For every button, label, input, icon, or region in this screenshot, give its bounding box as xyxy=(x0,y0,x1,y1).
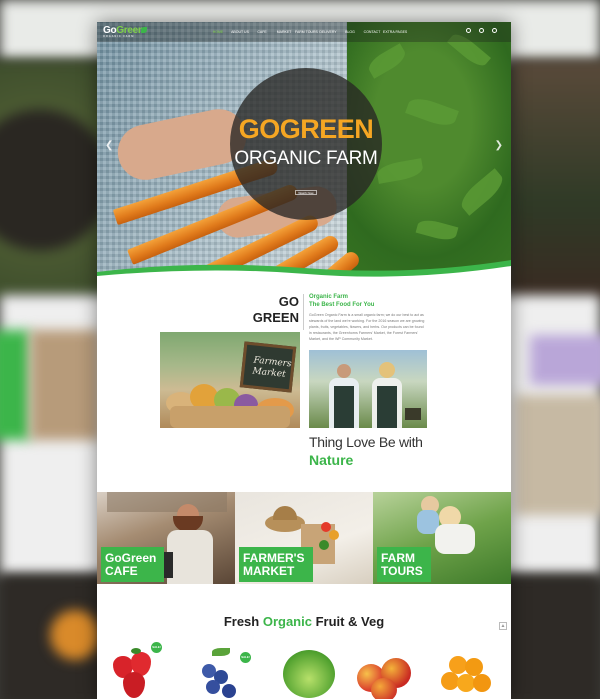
menu-icon[interactable] xyxy=(492,28,497,33)
nav-item-delivery[interactable]: DELIVERY xyxy=(317,30,339,34)
leaf-icon xyxy=(141,27,147,33)
nav-item-farm-tours[interactable]: FARM TOURS xyxy=(295,30,318,34)
hero-title: GOGREEN xyxy=(238,114,374,144)
about-heading-line1: GO xyxy=(278,294,299,309)
tile-market-line2: MARKET xyxy=(243,564,295,578)
product-peaches[interactable] xyxy=(355,644,411,699)
tagline-line1: Thing Love Be with xyxy=(309,434,423,450)
cart-icon[interactable] xyxy=(466,28,471,33)
about-divider xyxy=(303,294,304,330)
chevron-left-icon[interactable]: ❮ xyxy=(105,140,113,151)
nav-item-market[interactable]: MARKET xyxy=(273,30,295,34)
about-heading-line2: GREEN xyxy=(252,310,299,325)
scroll-up-icon[interactable]: ▲ xyxy=(499,622,507,630)
chalkboard-sign: Farmers Market xyxy=(239,341,297,393)
website-page: GOGREEN ORGANIC FARM Watch Now ❮ ❯ GoGre… xyxy=(97,22,511,699)
green-wave-divider xyxy=(97,260,511,284)
nav-item-blog[interactable]: BLOG xyxy=(339,30,361,34)
sale-badge: SALE! xyxy=(240,652,251,663)
top-navigation: GoGreen ORGANIC FARM HOME ABOUT US CAFE MAR… xyxy=(97,22,511,42)
nav-item-contact[interactable]: CONTACT xyxy=(361,30,383,34)
hero-banner: GOGREEN ORGANIC FARM Watch Now ❮ ❯ GoGre… xyxy=(97,22,511,272)
product-lettuce[interactable] xyxy=(279,644,335,699)
nav-item-about-us[interactable]: ABOUT US xyxy=(229,30,251,34)
tile-cafe-label: GoGreen CAFE xyxy=(101,547,165,582)
nav-item-cafe[interactable]: CAFE xyxy=(251,30,273,34)
product-blueberries[interactable]: SALE! xyxy=(192,644,251,699)
search-icon[interactable] xyxy=(479,28,484,33)
tagline-line2: Nature xyxy=(309,452,354,468)
fresh-title-part1: Fresh xyxy=(223,614,263,629)
logo-tagline: ORGANIC FARM xyxy=(103,35,135,38)
tile-cafe[interactable]: GoGreen CAFE xyxy=(97,492,235,584)
hero-subtitle: ORGANIC FARM xyxy=(234,148,378,169)
about-heading: GO GREEN xyxy=(247,294,299,326)
tile-market-label: FARMER'S MARKET xyxy=(239,547,313,582)
sale-badge: SALE! xyxy=(151,642,162,653)
nav-item-home[interactable]: HOME xyxy=(207,30,229,34)
product-strawberries[interactable]: SALE! xyxy=(109,642,165,699)
farmers-market-photo: Farmers Market xyxy=(160,332,300,428)
tile-farm-tours[interactable]: FARM TOURS xyxy=(373,492,511,584)
fresh-title-part2: Organic xyxy=(262,614,312,629)
chevron-right-icon[interactable]: ❯ xyxy=(495,140,503,151)
about-subtitle-2: The Best Food For You xyxy=(309,302,375,308)
tile-tours-label: FARM TOURS xyxy=(377,547,431,582)
nav-item-extra-pages[interactable]: EXTRA PAGES xyxy=(383,30,407,34)
nav-icons xyxy=(466,28,497,33)
fresh-title-part3: Fruit & Veg xyxy=(311,614,385,629)
about-body-text: GoGreen Organic Farm is a small organic … xyxy=(309,313,425,341)
about-subtitle-1: Organic Farm xyxy=(309,294,349,300)
fresh-section-title: Fresh Organic Fruit & Veg xyxy=(97,614,511,629)
tile-farmers-market[interactable]: FARMER'S MARKET xyxy=(235,492,373,584)
hero-watch-button[interactable]: Watch Now xyxy=(295,190,317,195)
tile-cafe-line2: CAFE xyxy=(105,564,138,578)
tile-tours-line2: TOURS xyxy=(381,564,423,578)
farmers-couple-photo xyxy=(309,350,427,428)
product-oranges[interactable] xyxy=(437,644,493,699)
nav-menu: HOME ABOUT US CAFE MARKET FARM TOURS DELIVERY… xyxy=(207,30,408,34)
